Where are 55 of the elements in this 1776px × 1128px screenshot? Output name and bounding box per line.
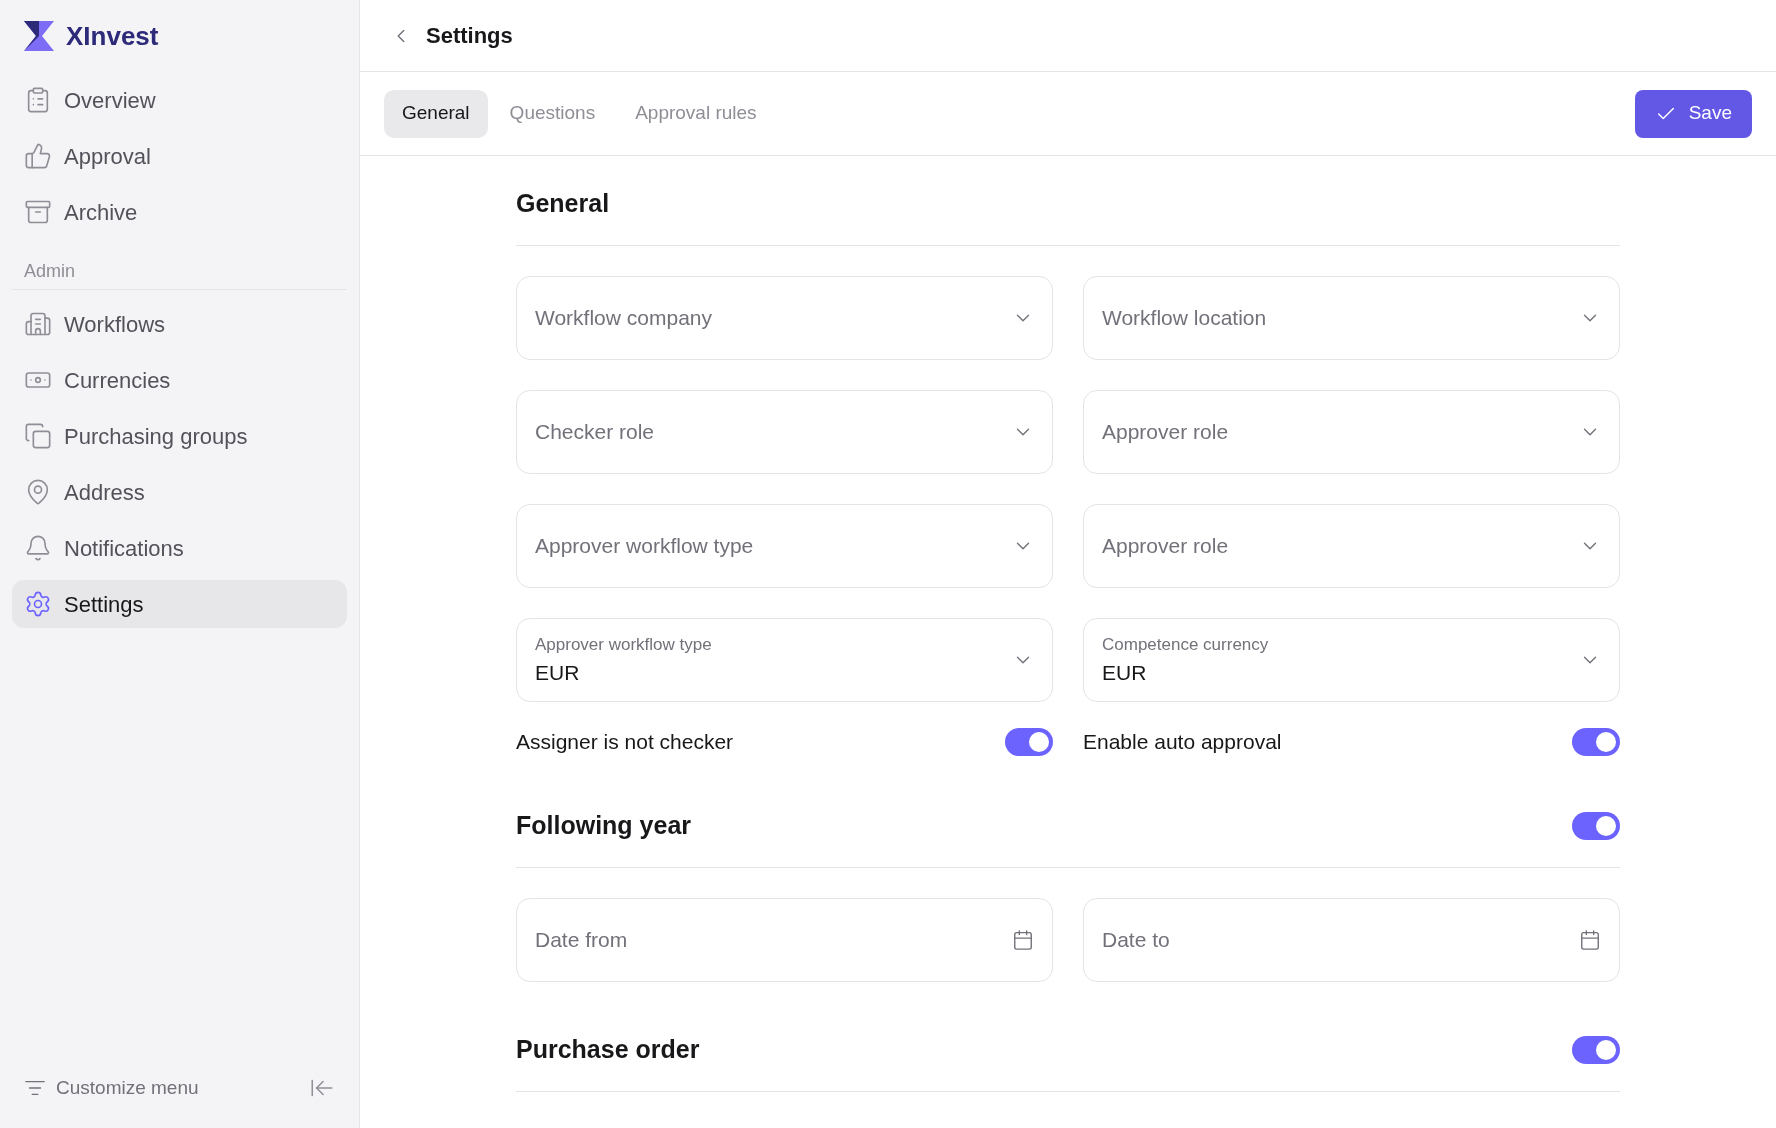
field-placeholder: Date from bbox=[535, 927, 629, 954]
customize-menu-button[interactable]: Customize menu bbox=[24, 1073, 199, 1103]
brand-name: XInvest bbox=[66, 19, 159, 53]
tab[interactable]: General bbox=[384, 89, 488, 138]
field-value: EUR bbox=[1102, 660, 1148, 686]
field-label: Approver workflow type bbox=[535, 633, 713, 656]
select-field[interactable]: Approver workflow type bbox=[516, 504, 1053, 588]
field-placeholder: Approver workflow type bbox=[535, 533, 755, 560]
date-field[interactable]: Date from bbox=[516, 898, 1053, 982]
field-placeholder: Approver role bbox=[1102, 533, 1230, 560]
field-label: Competence currency bbox=[1102, 633, 1270, 656]
nav-item[interactable]: Address bbox=[12, 468, 347, 516]
toggle-label: Enable auto approval bbox=[1083, 729, 1282, 756]
logo-icon bbox=[24, 21, 54, 51]
thumbs-up-icon bbox=[24, 142, 52, 170]
field-placeholder: Date to bbox=[1102, 927, 1171, 954]
page-title: Settings bbox=[426, 22, 513, 50]
calendar-icon bbox=[1012, 929, 1034, 951]
nav-item[interactable]: Workflows bbox=[12, 300, 347, 348]
select-field[interactable]: Approver workflow type EUR bbox=[516, 618, 1053, 702]
nav-item[interactable]: Settings bbox=[12, 580, 347, 628]
nav-item[interactable]: Archive bbox=[12, 188, 347, 236]
settings-icon bbox=[24, 590, 52, 618]
nav-item[interactable]: Notifications bbox=[12, 524, 347, 572]
select-field[interactable]: Competence currency EUR bbox=[1083, 618, 1620, 702]
select-field[interactable]: Workflow location bbox=[1083, 276, 1620, 360]
copy-icon bbox=[24, 422, 52, 450]
toggle-label: Assigner is not checker bbox=[516, 729, 734, 756]
select-field[interactable]: Approver role bbox=[1083, 504, 1620, 588]
calendar-icon bbox=[1579, 929, 1601, 951]
select-field[interactable]: Checker role bbox=[516, 390, 1053, 474]
nav-item[interactable]: Overview bbox=[12, 76, 347, 124]
field-placeholder: Checker role bbox=[535, 419, 656, 446]
toggle-switch[interactable] bbox=[1005, 728, 1053, 756]
section-title: Following year bbox=[516, 809, 692, 841]
bell-icon bbox=[24, 534, 52, 562]
field-value: EUR bbox=[535, 660, 581, 686]
field-placeholder: Approver role bbox=[1102, 419, 1230, 446]
nav-item[interactable]: Currencies bbox=[12, 356, 347, 404]
section-title: Purchase order bbox=[516, 1033, 700, 1065]
nav-item[interactable]: Purchasing groups bbox=[12, 412, 347, 460]
toggle-switch[interactable] bbox=[1572, 811, 1620, 840]
select-field[interactable]: Workflow company bbox=[516, 276, 1053, 360]
select-field[interactable]: Approver role bbox=[1083, 390, 1620, 474]
date-field[interactable]: Date to bbox=[1083, 898, 1620, 982]
section-title: General bbox=[516, 187, 610, 219]
field-placeholder: Workflow location bbox=[1102, 305, 1268, 332]
toggle-switch[interactable] bbox=[1572, 728, 1620, 756]
toggle-switch[interactable] bbox=[1572, 1035, 1620, 1064]
section-heading: Admin bbox=[24, 261, 76, 281]
nav-item[interactable]: Approval bbox=[12, 132, 347, 180]
building-icon bbox=[24, 310, 52, 338]
save-button[interactable]: Save bbox=[1634, 89, 1752, 138]
field-placeholder: Workflow company bbox=[535, 305, 713, 332]
archive-icon bbox=[24, 198, 52, 226]
